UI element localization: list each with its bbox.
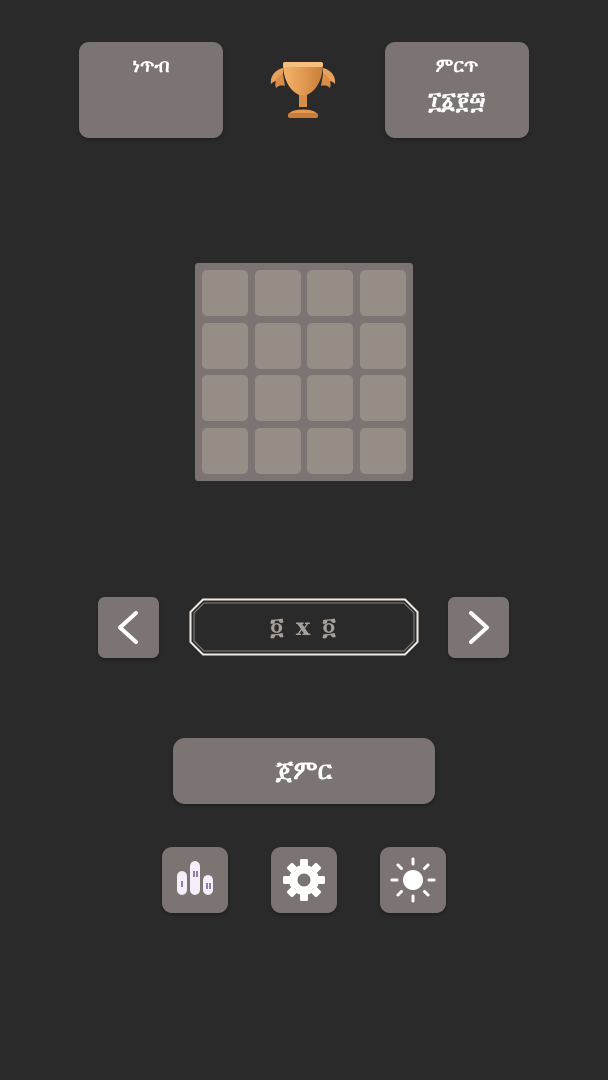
board-cell bbox=[360, 270, 406, 316]
board-cell bbox=[255, 375, 301, 421]
trophy-icon bbox=[269, 58, 337, 122]
board-cell bbox=[202, 323, 248, 369]
board-cell bbox=[307, 375, 353, 421]
board-cell bbox=[360, 323, 406, 369]
board-cell bbox=[360, 428, 406, 474]
board-cell bbox=[202, 428, 248, 474]
board-cell bbox=[202, 375, 248, 421]
board-cell bbox=[307, 270, 353, 316]
next-size-button[interactable] bbox=[448, 597, 509, 658]
start-button[interactable]: ጀምር bbox=[173, 738, 435, 804]
board-cell bbox=[360, 375, 406, 421]
board-cell bbox=[255, 270, 301, 316]
leaderboard-icon bbox=[177, 861, 213, 895]
best-score-box: ምርጥ ፲፩፻፵ bbox=[385, 42, 529, 138]
score-box: ነጥብ bbox=[79, 42, 223, 138]
score-value bbox=[79, 86, 223, 116]
board-size-label: ፬ x ፬ bbox=[270, 612, 338, 641]
game-board[interactable] bbox=[195, 263, 413, 481]
chevron-right-icon bbox=[469, 611, 489, 644]
leaderboard-button[interactable] bbox=[162, 847, 228, 913]
best-label: ምርጥ bbox=[435, 55, 479, 77]
board-cell bbox=[202, 270, 248, 316]
best-value: ፲፩፻፵ bbox=[428, 87, 486, 115]
board-cell bbox=[307, 323, 353, 369]
settings-button[interactable] bbox=[271, 847, 337, 913]
board-cell bbox=[255, 428, 301, 474]
gear-icon bbox=[283, 859, 325, 901]
score-label: ነጥብ bbox=[132, 55, 170, 77]
board-cell bbox=[255, 323, 301, 369]
chevron-left-icon bbox=[118, 611, 138, 644]
previous-size-button[interactable] bbox=[98, 597, 159, 658]
theme-toggle-button[interactable] bbox=[380, 847, 446, 913]
sun-icon bbox=[390, 857, 436, 903]
board-cell bbox=[307, 428, 353, 474]
